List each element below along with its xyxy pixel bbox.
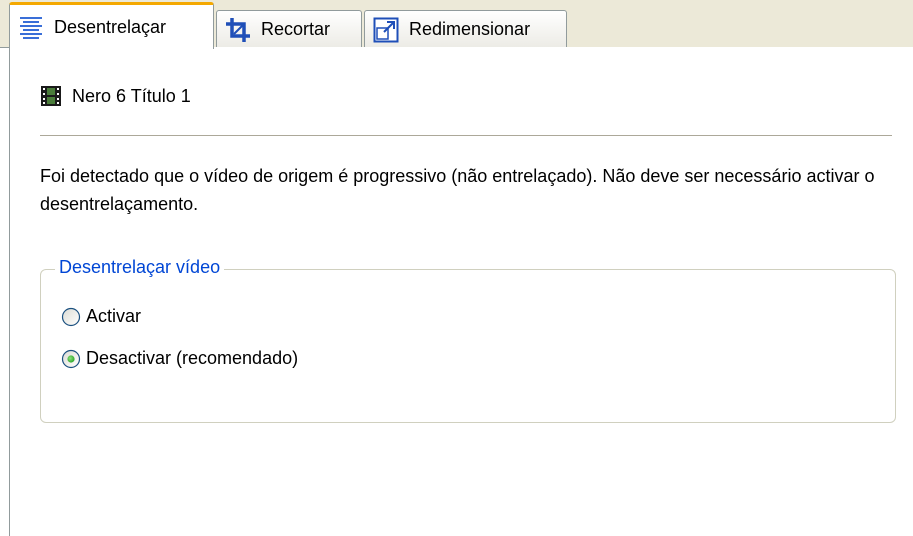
source-title-row: Nero 6 Título 1 — [40, 85, 191, 107]
tab-deinterlace[interactable]: Desentrelaçar — [9, 2, 214, 49]
radio-checked-icon[interactable] — [61, 349, 81, 369]
deinterlace-panel: Nero 6 Título 1 Foi detectado que o víde… — [9, 47, 913, 536]
tab-crop-label: Recortar — [261, 19, 331, 39]
radio-deactivate-label: Desactivar (recomendado) — [86, 348, 299, 368]
radio-activate[interactable]: Activar — [61, 306, 141, 327]
radio-deactivate[interactable]: Desactivar (recomendado) — [61, 348, 298, 369]
detection-info-text: Foi detectado que o vídeo de origem é pr… — [40, 166, 875, 214]
film-strip-icon — [40, 85, 62, 107]
deinterlace-settings-window: Desentrelaçar Recortar Redimensionar Ner… — [0, 0, 913, 536]
divider — [40, 135, 892, 136]
deinterlace-video-groupbox: Desentrelaçar vídeo Activar Desactivar (… — [40, 257, 896, 423]
resize-icon — [373, 17, 399, 43]
radio-unchecked-icon[interactable] — [61, 307, 81, 327]
tab-resize[interactable]: Redimensionar — [364, 10, 567, 48]
tab-deinterlace-label: Desentrelaçar — [54, 16, 167, 37]
source-title: Nero 6 Título 1 — [72, 85, 191, 106]
tab-crop[interactable]: Recortar — [216, 10, 362, 48]
crop-icon — [225, 17, 251, 43]
tab-resize-label: Redimensionar — [409, 19, 531, 39]
groupbox-title: Desentrelaçar vídeo — [55, 257, 225, 278]
tab-strip: Desentrelaçar Recortar Redimensionar — [0, 0, 913, 49]
radio-activate-label: Activar — [86, 306, 142, 326]
deinterlace-lines-icon — [18, 14, 44, 40]
